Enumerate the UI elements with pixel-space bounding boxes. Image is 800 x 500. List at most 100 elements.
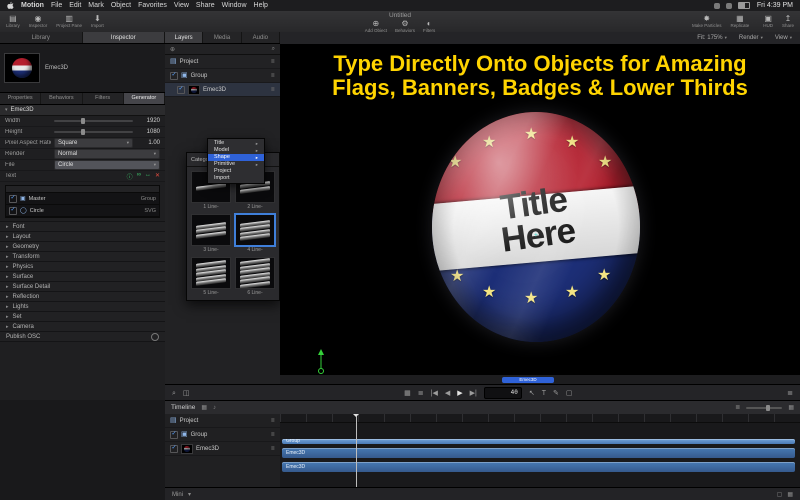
zoom-tool-icon[interactable]: ⌕ <box>172 390 176 397</box>
tab-filters[interactable]: Filters <box>83 93 124 104</box>
audio-track-icon[interactable]: ♪ <box>213 405 216 411</box>
track-options-icon[interactable]: ≣ <box>735 404 740 411</box>
timeline-view-icon[interactable]: ▦ <box>404 390 411 397</box>
section-set[interactable]: ▸Set <box>0 311 165 321</box>
snap-icon[interactable]: ▢ <box>777 491 783 498</box>
step-back-button[interactable]: ◀ <box>445 390 450 397</box>
grid-icon[interactable]: ▦ <box>787 491 793 498</box>
menu-item-project[interactable]: Project <box>208 168 264 175</box>
height-value[interactable]: 1080 <box>136 129 160 135</box>
row-handle-icon[interactable]: ≣ <box>271 446 275 452</box>
zoom-fit-icon[interactable]: ▦ <box>788 404 794 411</box>
hud-button[interactable]: ▣ HUD <box>763 15 773 29</box>
battery-icon[interactable] <box>738 2 750 9</box>
play-button[interactable]: ▶ <box>457 390 462 397</box>
library-button[interactable]: ▤ Library <box>6 15 20 29</box>
frame-counter[interactable]: 40 <box>484 387 522 399</box>
mini-timeline-clip[interactable]: Emec3D <box>502 377 554 383</box>
3d-axis-indicator[interactable] <box>314 348 328 374</box>
add-layer-button[interactable]: ⊕ <box>170 46 175 53</box>
remove-icon[interactable]: ✕ <box>155 172 160 181</box>
status-icon[interactable] <box>714 3 720 9</box>
menu-window[interactable]: Window <box>222 2 247 9</box>
menu-item-import[interactable]: Import <box>208 175 264 182</box>
pixel-aspect-dropdown[interactable]: Square ▾ <box>54 138 133 148</box>
menu-mark[interactable]: Mark <box>88 2 104 9</box>
timeline-row-group[interactable]: ✓ ▣ Group ≣ <box>165 428 280 442</box>
width-slider[interactable] <box>54 120 133 122</box>
wifi-icon[interactable] <box>726 3 732 9</box>
section-geometry[interactable]: ▸Geometry <box>0 241 165 251</box>
section-transform[interactable]: ▸Transform <box>0 251 165 261</box>
checkbox-checked-icon[interactable]: ✓ <box>177 86 185 94</box>
text-tool-icon[interactable]: T <box>542 390 546 397</box>
generator-thumb-5line[interactable]: 5 Line- <box>191 257 231 296</box>
timeline-row-emec3d[interactable]: ✓ Emec3D ≣ <box>165 442 280 456</box>
audio-meter-icon[interactable]: ≣ <box>787 390 793 397</box>
height-slider[interactable] <box>54 131 133 133</box>
generator-group-header[interactable]: ▾ Emec3D <box>0 105 165 116</box>
menu-file[interactable]: File <box>51 2 62 9</box>
layer-row-group[interactable]: ✓ ▣ Group ≣ <box>165 69 280 83</box>
menu-object[interactable]: Object <box>111 2 131 9</box>
swap-icon[interactable]: ↔ <box>145 172 151 181</box>
rectangle-tool-icon[interactable]: ▢ <box>566 390 573 397</box>
tab-behaviors[interactable]: Behaviors <box>41 93 82 104</box>
fit-window-icon[interactable]: ◫ <box>183 390 190 397</box>
section-surface-detail[interactable]: ▸Surface Detail <box>0 281 165 291</box>
row-handle-icon[interactable]: ≣ <box>271 87 275 93</box>
publish-osc-row[interactable]: Publish OSC <box>0 331 165 342</box>
tab-layers[interactable]: Layers <box>165 32 203 43</box>
replicate-button[interactable]: ▦ Replicate <box>730 15 749 29</box>
pen-tool-icon[interactable]: ✎ <box>553 390 559 397</box>
section-physics[interactable]: ▸Physics <box>0 261 165 271</box>
checkbox-checked-icon[interactable]: ✓ <box>170 431 178 439</box>
menu-item-model[interactable]: Model▸ <box>208 147 264 154</box>
section-camera[interactable]: ▸Camera <box>0 321 165 331</box>
make-particles-button[interactable]: ✸ Make Particles <box>692 15 722 29</box>
section-reflection[interactable]: ▸Reflection <box>0 291 165 301</box>
width-value[interactable]: 1920 <box>136 118 160 124</box>
playhead[interactable] <box>356 414 357 487</box>
section-font[interactable]: ▸Font <box>0 221 165 231</box>
timeline-title[interactable]: Timeline <box>171 404 195 411</box>
track-bar-emec3d[interactable]: Emec3D <box>282 448 795 458</box>
menu-view[interactable]: View <box>174 2 189 9</box>
go-to-start-button[interactable]: |◀ <box>431 390 438 397</box>
tab-generator[interactable]: Generator <box>124 93 165 104</box>
generator-thumb-4line[interactable]: 4 Line- <box>235 214 275 253</box>
badge-object[interactable]: ★ ★ ★ ★ ★ Title Here + ★ ★ ★ ★ ★ <box>432 112 640 342</box>
media-row-master[interactable]: ✓ ▣ Master Group <box>6 193 159 205</box>
import-button[interactable]: ⬇ Import <box>91 15 104 29</box>
tab-properties[interactable]: Properties <box>0 93 41 104</box>
zoom-level-dropdown[interactable]: Fit: 175%▾ <box>697 35 727 41</box>
checkbox-checked-icon[interactable]: ✓ <box>9 207 17 215</box>
checkbox-checked-icon[interactable]: ✓ <box>170 72 178 80</box>
timeline-track-area[interactable]: Group Emec3D Emec3D <box>280 414 800 487</box>
checkbox-checked-icon[interactable]: ✓ <box>170 445 178 453</box>
menu-share[interactable]: Share <box>196 2 215 9</box>
row-handle-icon[interactable]: ≣ <box>271 59 275 65</box>
menu-favorites[interactable]: Favorites <box>138 2 167 9</box>
generator-thumb-3line[interactable]: 3 Line- <box>191 214 231 253</box>
track-bar-group[interactable]: Group <box>282 439 795 444</box>
file-dropdown[interactable]: Circle ▾ <box>54 160 160 170</box>
checkbox-checked-icon[interactable]: ✓ <box>9 195 17 203</box>
loop-icon[interactable]: ∞ <box>137 172 141 181</box>
menu-item-shape[interactable]: Shape▸ <box>208 154 264 161</box>
apple-menu-icon[interactable] <box>7 1 14 11</box>
canvas-viewport[interactable]: Type Directly Onto Objects for Amazing F… <box>280 44 800 374</box>
menu-motion[interactable]: Motion <box>21 2 44 9</box>
share-button[interactable]: ↥ Share <box>782 15 794 29</box>
track-bar-emec3d-2[interactable]: Emec3D <box>282 462 795 472</box>
tab-audio[interactable]: Audio <box>242 32 280 43</box>
timeline-row-project[interactable]: ▤ Project ≣ <box>165 414 280 428</box>
section-lights[interactable]: ▸Lights <box>0 301 165 311</box>
search-icon[interactable]: ⌕ <box>272 46 275 53</box>
layer-row-project[interactable]: ▤ Project ≣ <box>165 55 280 69</box>
tab-inspector[interactable]: Inspector <box>83 32 166 43</box>
section-layout[interactable]: ▸Layout <box>0 231 165 241</box>
pointer-tool-icon[interactable]: ↖ <box>529 390 535 397</box>
go-to-end-button[interactable]: ▶| <box>470 390 477 397</box>
list-view-icon[interactable]: ≣ <box>418 390 424 397</box>
